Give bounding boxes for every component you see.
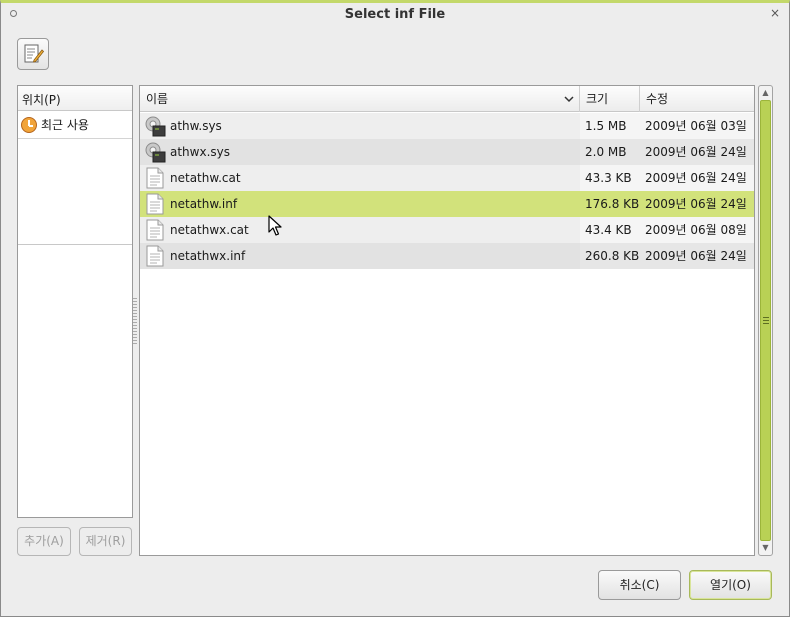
text-file-icon	[146, 245, 164, 267]
file-row[interactable]: netathwx.cat 43.4 KB 2009년 06월 08일	[140, 217, 754, 243]
column-size-label: 크기	[586, 92, 609, 106]
title-bar: Select inf File ×	[1, 3, 789, 29]
add-bookmark-button[interactable]: 추가(A)	[17, 527, 71, 556]
file-name-cell: athw.sys	[170, 119, 222, 133]
file-name-cell: netathw.inf	[170, 197, 238, 211]
file-modified-cell: 2009년 06월 24일	[645, 171, 747, 185]
pane-resize-handle[interactable]	[133, 298, 137, 346]
file-name-cell: netathw.cat	[170, 171, 241, 185]
open-button[interactable]: 열기(O)	[689, 570, 772, 600]
cancel-button[interactable]: 취소(C)	[598, 570, 681, 600]
dialog-title: Select inf File	[344, 7, 446, 22]
file-size-cell: 1.5 MB	[585, 119, 627, 133]
file-modified-cell: 2009년 06월 24일	[645, 249, 747, 263]
file-modified-cell: 2009년 06월 08일	[645, 223, 747, 237]
file-row[interactable]: netathwx.inf 260.8 KB 2009년 06월 24일	[140, 243, 754, 269]
file-size-cell: 2.0 MB	[585, 145, 627, 159]
file-size-cell: 43.4 KB	[585, 223, 632, 237]
file-list: 이름 크기 수정 athw.sys 1.5 MB 2009년 06월 03일 athw…	[139, 85, 755, 556]
file-size-cell: 176.8 KB	[585, 197, 640, 211]
file-size-cell: 260.8 KB	[585, 249, 640, 263]
file-row[interactable]: athwx.sys 2.0 MB 2009년 06월 24일	[140, 139, 754, 165]
file-row[interactable]: netathw.cat 43.3 KB 2009년 06월 24일	[140, 165, 754, 191]
remove-bookmark-button[interactable]: 제거(R)	[79, 527, 132, 556]
places-item-recent[interactable]: 최근 사용	[18, 111, 132, 139]
file-row[interactable]: athw.sys 1.5 MB 2009년 06월 03일	[140, 113, 754, 139]
column-header-modified[interactable]: 수정	[640, 86, 754, 112]
places-item-label: 최근 사용	[41, 118, 89, 132]
close-button[interactable]: ×	[770, 6, 780, 20]
column-name-label: 이름	[146, 92, 169, 106]
recent-icon	[21, 116, 37, 133]
file-name-cell: netathwx.cat	[170, 223, 249, 237]
text-file-icon	[146, 219, 164, 241]
file-size-cell: 43.3 KB	[585, 171, 632, 185]
places-header[interactable]: 위치(P)	[18, 86, 132, 111]
thumb-grip-icon	[763, 317, 769, 325]
edit-location-button[interactable]	[17, 38, 49, 70]
scroll-down-icon[interactable]: ▼	[759, 541, 772, 555]
text-file-icon	[146, 167, 164, 189]
column-header-name[interactable]: 이름	[140, 86, 580, 112]
text-file-icon	[146, 193, 164, 215]
file-list-header: 이름 크기 수정	[140, 86, 754, 112]
places-separator	[18, 244, 132, 245]
file-modified-cell: 2009년 06월 24일	[645, 197, 747, 211]
column-header-size[interactable]: 크기	[580, 86, 640, 112]
vertical-scrollbar[interactable]: ▲ ▼	[758, 85, 773, 556]
system-file-icon	[145, 142, 166, 163]
file-modified-cell: 2009년 06월 24일	[645, 145, 747, 159]
places-pane: 위치(P) 최근 사용	[17, 85, 133, 518]
edit-location-icon	[24, 44, 44, 63]
scrollbar-thumb[interactable]	[760, 100, 771, 541]
sort-chevron-down-icon	[564, 96, 574, 103]
system-file-icon	[145, 116, 166, 137]
mouse-pointer-icon	[268, 215, 282, 236]
file-row[interactable]: netathw.inf 176.8 KB 2009년 06월 24일	[140, 191, 754, 217]
file-name-cell: athwx.sys	[170, 145, 230, 159]
file-modified-cell: 2009년 06월 03일	[645, 119, 747, 133]
scroll-up-icon[interactable]: ▲	[759, 86, 772, 100]
file-name-cell: netathwx.inf	[170, 249, 246, 263]
column-modified-label: 수정	[646, 92, 669, 106]
